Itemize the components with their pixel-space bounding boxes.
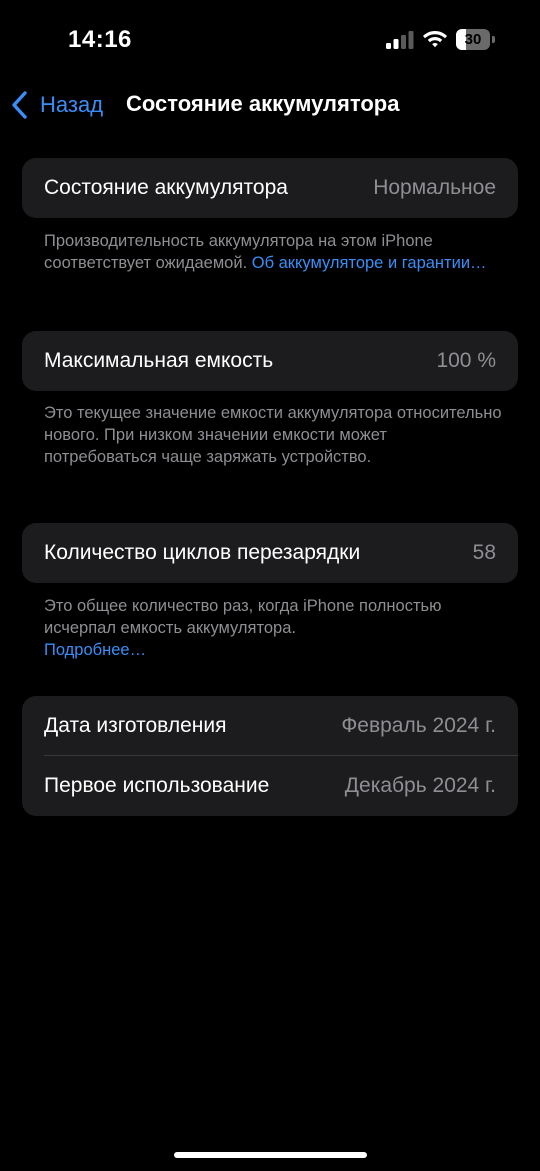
wifi-icon [423, 31, 447, 48]
cycle-count-footnote: Это общее количество раз, когда iPhone п… [44, 595, 504, 661]
back-button[interactable]: Назад [10, 88, 103, 122]
page-title: Состояние аккумулятора [126, 91, 400, 116]
status-bar: 14:16 30 [0, 0, 540, 80]
max-capacity-value: 100 % [436, 349, 496, 372]
chevron-left-icon [12, 91, 27, 119]
cycle-count-label: Количество циклов перезарядки [44, 541, 361, 564]
cycle-count-value: 58 [472, 541, 496, 564]
dates-card: Дата изготовления Февраль 2024 г. Первое… [22, 696, 518, 816]
battery-cap [492, 36, 495, 43]
max-capacity-footnote: Это текущее значение емкости аккумулятор… [44, 402, 504, 468]
cycle-count-row: Количество циклов перезарядки 58 [22, 523, 518, 583]
nav-bar: Назад Состояние аккумулятора [0, 80, 540, 130]
max-capacity-label: Максимальная емкость [44, 349, 274, 372]
status-time: 14:16 [68, 26, 132, 53]
manufacture-date-row: Дата изготовления Февраль 2024 г. [22, 696, 518, 756]
manufacture-date-value: Февраль 2024 г. [341, 714, 496, 737]
first-use-value: Декабрь 2024 г. [344, 774, 496, 797]
cycle-count-card: Количество циклов перезарядки 58 [22, 523, 518, 583]
first-use-row: Первое использование Декабрь 2024 г. [22, 756, 518, 816]
learn-more-link[interactable]: Подробнее… [44, 641, 146, 659]
back-label: Назад [40, 92, 104, 117]
battery-percent: 30 [464, 31, 482, 48]
first-use-label: Первое использование [44, 774, 270, 797]
cycle-count-footnote-text: Это общее количество раз, когда iPhone п… [44, 597, 442, 637]
battery-health-footnote: Производительность аккумулятора на этом … [44, 230, 504, 274]
manufacture-date-label: Дата изготовления [44, 714, 227, 737]
battery-health-value: Нормальное [373, 176, 496, 199]
home-indicator[interactable] [174, 1152, 367, 1158]
signal-icon [386, 31, 414, 49]
max-capacity-card: Максимальная емкость 100 % [22, 331, 518, 391]
battery-body: 30 [456, 29, 490, 50]
battery-warranty-link[interactable]: Об аккумуляторе и гарантии… [252, 254, 487, 272]
battery-health-card: Состояние аккумулятора Нормальное [22, 158, 518, 218]
battery-health-row: Состояние аккумулятора Нормальное [22, 158, 518, 218]
battery-health-label: Состояние аккумулятора [44, 176, 288, 199]
max-capacity-footnote-text: Это текущее значение емкости аккумулятор… [44, 404, 502, 466]
max-capacity-row: Максимальная емкость 100 % [22, 331, 518, 391]
battery-icon: 30 [456, 29, 496, 50]
